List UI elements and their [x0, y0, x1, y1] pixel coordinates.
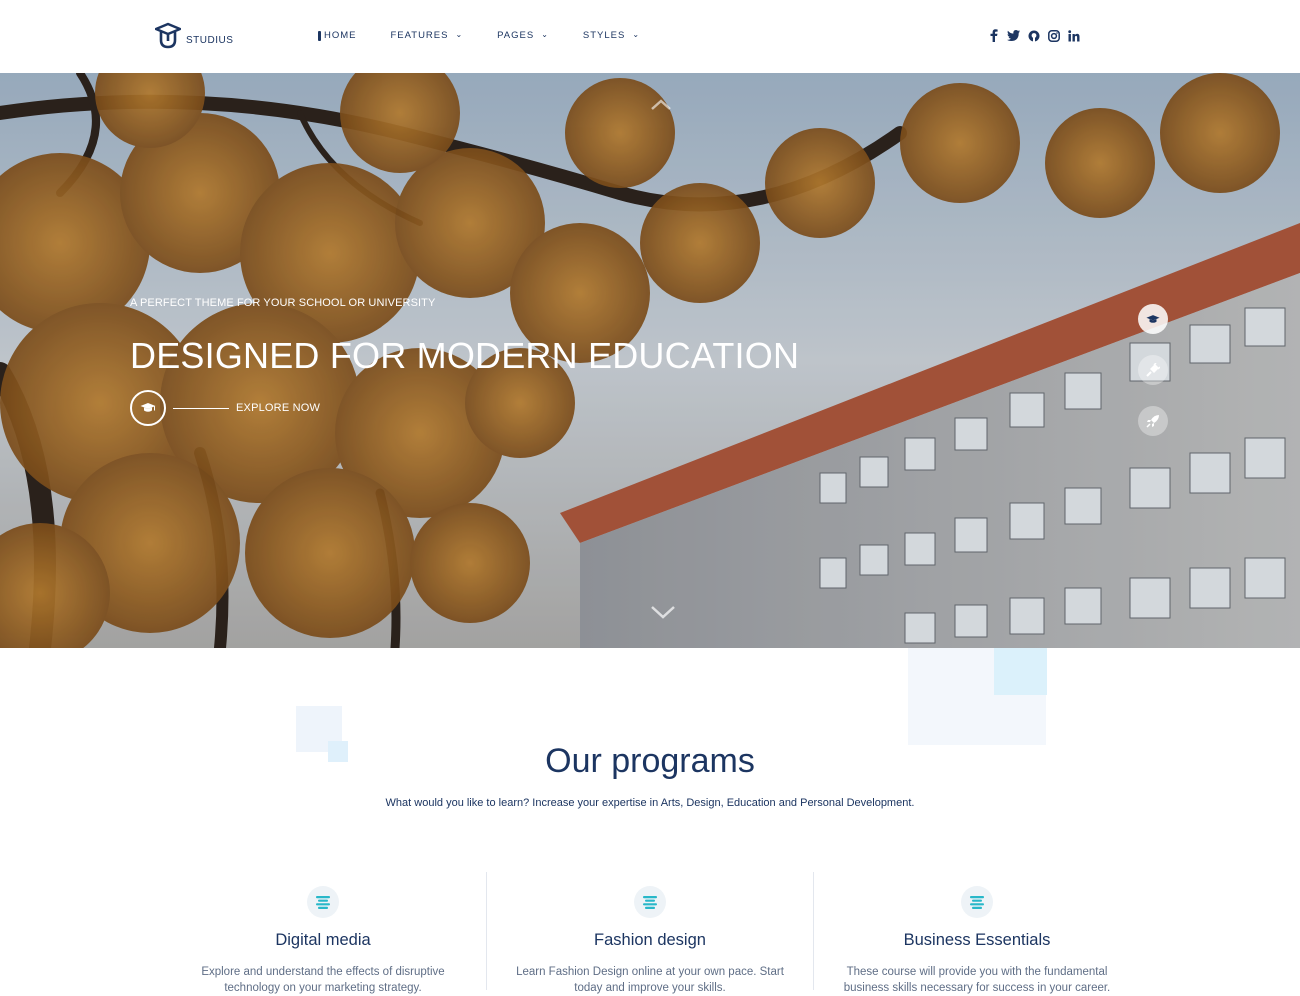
slide-3-button[interactable] [1138, 406, 1168, 436]
slider-up-arrow[interactable] [650, 98, 672, 116]
nav-home[interactable]: HOME [318, 30, 357, 41]
nav-home-label: HOME [324, 30, 357, 41]
social-links [986, 28, 1086, 43]
hero-title: DESIGNED FOR MODERN EDUCATION [130, 335, 800, 376]
slide-1-button[interactable] [1138, 304, 1168, 334]
chevron-down-icon: ⌄ [632, 30, 641, 39]
nav-features[interactable]: FEATURES ⌄ [391, 30, 464, 41]
program-cards: Digital media Explore and understand the… [160, 872, 1140, 994]
nav-pages[interactable]: PAGES ⌄ [497, 30, 549, 41]
nav-styles-label: STYLES [582, 30, 626, 41]
hero-subtitle: A PERFECT THEME FOR YOUR SCHOOL OR UNIVE… [130, 297, 436, 309]
explore-now-button[interactable]: EXPLORE NOW [130, 390, 320, 426]
chevron-down-icon: ⌄ [541, 30, 549, 39]
decor-square [994, 648, 1047, 695]
main-nav: HOME FEATURES ⌄ PAGES ⌄ STYLES ⌄ [318, 30, 674, 41]
program-card-fashion-design[interactable]: Fashion design Learn Fashion Design onli… [486, 872, 813, 994]
explore-circle [130, 390, 166, 426]
slide-2-button[interactable] [1138, 355, 1168, 385]
twitter-icon[interactable] [1006, 28, 1021, 43]
program-card-text: These course will provide you with the f… [843, 966, 1111, 994]
site-header: STUDIUS HOME FEATURES ⌄ PAGES ⌄ STYLES ⌄ [0, 0, 1300, 73]
program-card-title: Digital media [275, 931, 371, 949]
facebook-icon[interactable] [986, 28, 1001, 43]
explore-now-label: EXPLORE NOW [236, 402, 321, 414]
align-center-icon [634, 886, 666, 918]
program-card-text: Learn Fashion Design online at your own … [516, 966, 784, 994]
programs-title: Our programs [545, 742, 755, 780]
explore-divider-line [173, 407, 229, 409]
align-center-icon [961, 886, 993, 918]
linkedin-icon[interactable] [1066, 28, 1081, 43]
program-card-business-essentials[interactable]: Business Essentials These course will pr… [813, 872, 1140, 994]
graduation-cap-icon [1146, 314, 1160, 323]
instagram-icon[interactable] [1046, 28, 1061, 43]
nav-styles[interactable]: STYLES ⌄ [583, 30, 640, 41]
program-card-digital-media[interactable]: Digital media Explore and understand the… [160, 872, 486, 994]
slider-down-arrow[interactable] [650, 605, 676, 624]
github-icon[interactable] [1026, 28, 1041, 43]
chevron-down-icon [651, 606, 675, 619]
chevron-up-icon [651, 99, 671, 110]
logo-text: STUDIUS [186, 35, 234, 46]
chevron-down-icon: ⌄ [455, 30, 464, 39]
plug-icon [1146, 363, 1160, 377]
rocket-icon [1146, 415, 1159, 428]
program-card-title: Fashion design [594, 931, 706, 949]
program-card-text: Explore and understand the effects of di… [201, 966, 445, 994]
graduation-logo-icon [155, 22, 181, 49]
slide-navigation [1138, 304, 1168, 457]
site-logo[interactable]: STUDIUS [155, 22, 233, 49]
nav-features-label: FEATURES [390, 30, 449, 41]
hero-slider: A PERFECT THEME FOR YOUR SCHOOL OR UNIVE… [0, 73, 1300, 648]
align-center-icon [307, 886, 339, 918]
nav-pages-label: PAGES [497, 30, 535, 41]
program-card-title: Business Essentials [903, 931, 1051, 949]
graduation-cap-icon [140, 403, 156, 412]
programs-subtitle: What would you like to learn? Increase y… [385, 797, 915, 809]
